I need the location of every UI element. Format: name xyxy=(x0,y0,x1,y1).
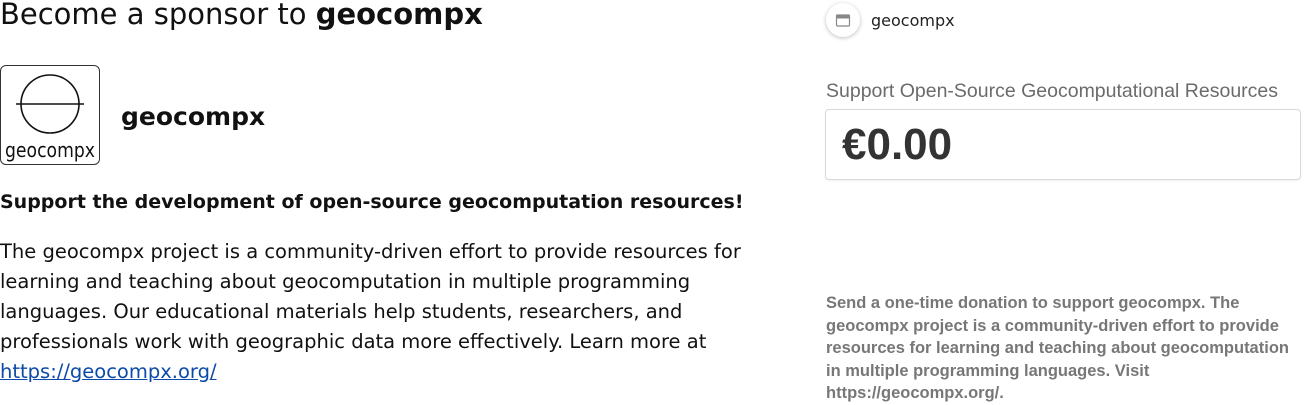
project-link[interactable]: https://geocompx.org/ xyxy=(0,360,217,383)
product-title: Support Open-Source Geocomputational Res… xyxy=(826,80,1279,102)
description: The geocompx project is a community-driv… xyxy=(0,237,770,387)
store-icon xyxy=(835,14,851,27)
amount-value[interactable]: €0.00 xyxy=(842,118,952,172)
amount-input[interactable]: €0.00 xyxy=(825,109,1301,180)
donation-note: Send a one-time donation to support geoc… xyxy=(826,294,1289,403)
creator-name[interactable]: geocompx xyxy=(871,10,955,32)
tagline: Support the development of open-source g… xyxy=(0,191,744,213)
creator-avatar[interactable] xyxy=(826,3,860,37)
geocompx-logo-icon: geocompx xyxy=(5,74,95,162)
title-prefix: Become a sponsor to xyxy=(0,0,307,31)
page-title: Become a sponsor to geocompx xyxy=(0,0,483,32)
org-name: geocompx xyxy=(121,102,266,131)
title-org: geocompx xyxy=(315,0,483,31)
org-logo: geocompx xyxy=(0,65,100,165)
logo-text: geocompx xyxy=(5,138,95,162)
description-text: The geocompx project is a community-driv… xyxy=(0,240,741,353)
